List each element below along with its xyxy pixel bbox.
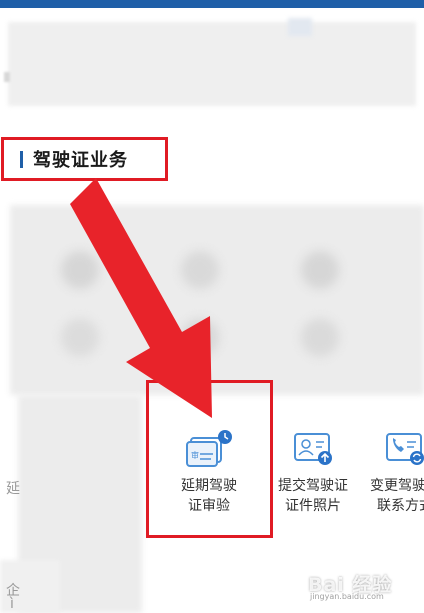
clipped-label-fragment: ì [10, 596, 14, 612]
service-label-line1: 变更驾驶证 [370, 478, 424, 494]
annotation-box-service [146, 380, 273, 538]
annotation-box-section-title [1, 137, 168, 181]
watermark: Bai 经验 jingyan.baidu.com [300, 562, 418, 602]
blurred-banner-icon [288, 18, 312, 36]
blurred-banner [8, 22, 416, 106]
blurred-edge-mark [4, 72, 10, 82]
license-photo-upload-icon [289, 426, 337, 470]
watermark-subtext: jingyan.baidu.com [310, 592, 384, 601]
license-contact-change-icon [381, 426, 424, 470]
service-label-line2: 联系方式 [377, 498, 424, 514]
clipped-label-fragment: 延 [6, 481, 20, 497]
service-label-line1: 提交驾驶证 [278, 478, 348, 494]
service-label-line2: 证件照片 [285, 498, 341, 514]
service-license-contact-change[interactable]: 变更驾驶证 联系方式 [362, 426, 424, 516]
service-license-photo-upload[interactable]: 提交驾驶证 证件照片 [270, 426, 356, 516]
app-top-bar [0, 0, 424, 8]
blurred-service-icons [20, 225, 420, 375]
